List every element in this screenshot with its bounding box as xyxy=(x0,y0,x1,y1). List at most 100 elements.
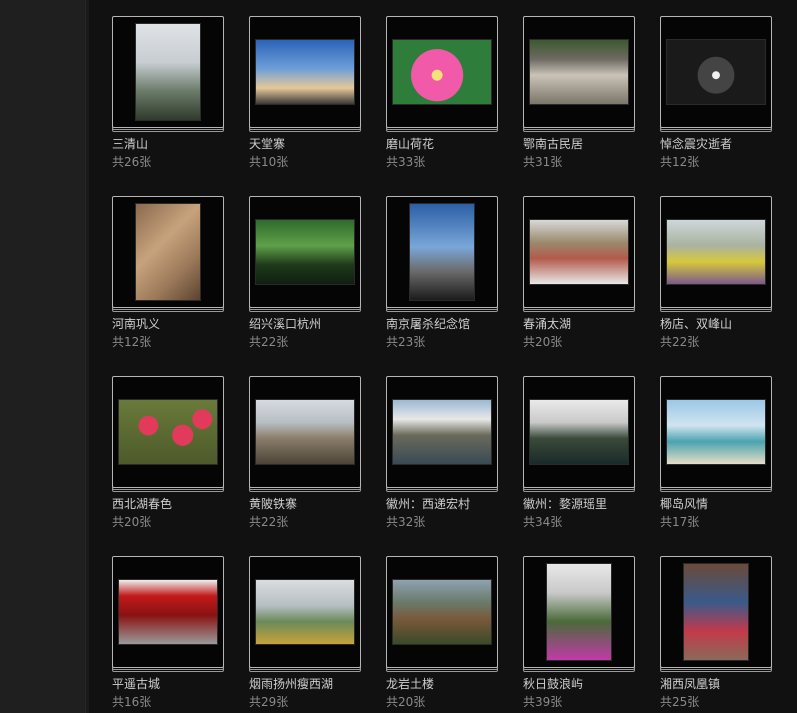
album-cover-stack[interactable] xyxy=(660,196,772,312)
album-title[interactable]: 徽州：西递宏村 xyxy=(386,496,498,512)
album-cover-photo[interactable] xyxy=(118,579,218,645)
album-cover-stack[interactable] xyxy=(523,376,635,492)
cover-frame[interactable] xyxy=(523,16,635,128)
album-cover-stack[interactable] xyxy=(660,376,772,492)
album-title[interactable]: 春涌太湖 xyxy=(523,316,635,332)
album-card[interactable]: 湘西凤凰镇 共25张 xyxy=(660,556,772,713)
album-title[interactable]: 椰岛风情 xyxy=(660,496,772,512)
album-title[interactable]: 河南巩义 xyxy=(112,316,224,332)
album-title[interactable]: 杨店、双峰山 xyxy=(660,316,772,332)
album-title[interactable]: 天堂寨 xyxy=(249,136,361,152)
album-card[interactable]: 南京屠杀纪念馆 共23张 xyxy=(386,196,498,376)
album-cover-photo[interactable] xyxy=(392,399,492,465)
album-cover-photo[interactable] xyxy=(666,39,766,105)
album-card[interactable]: 椰岛风情 共17张 xyxy=(660,376,772,556)
album-card[interactable]: 徽州：西递宏村 共32张 xyxy=(386,376,498,556)
cover-frame[interactable] xyxy=(660,196,772,308)
cover-frame[interactable] xyxy=(249,196,361,308)
album-cover-photo[interactable] xyxy=(392,39,492,105)
album-cover-stack[interactable] xyxy=(112,556,224,672)
album-title[interactable]: 徽州：婺源瑶里 xyxy=(523,496,635,512)
album-title[interactable]: 湘西凤凰镇 xyxy=(660,676,772,692)
album-cover-photo[interactable] xyxy=(409,203,475,301)
album-title[interactable]: 黄陂铁寨 xyxy=(249,496,361,512)
album-cover-stack[interactable] xyxy=(386,16,498,132)
album-cover-photo[interactable] xyxy=(546,563,612,661)
album-cover-photo[interactable] xyxy=(529,399,629,465)
album-card[interactable]: 河南巩义 共12张 xyxy=(112,196,224,376)
cover-frame[interactable] xyxy=(386,16,498,128)
album-title[interactable]: 龙岩土楼 xyxy=(386,676,498,692)
cover-frame[interactable] xyxy=(112,196,224,308)
cover-frame[interactable] xyxy=(112,556,224,668)
album-title[interactable]: 磨山荷花 xyxy=(386,136,498,152)
album-card[interactable]: 龙岩土楼 共20张 xyxy=(386,556,498,713)
album-cover-stack[interactable] xyxy=(112,376,224,492)
cover-frame[interactable] xyxy=(660,16,772,128)
album-title[interactable]: 烟雨扬州瘦西湖 xyxy=(249,676,361,692)
cover-frame[interactable] xyxy=(386,376,498,488)
cover-frame[interactable] xyxy=(386,556,498,668)
album-title[interactable]: 鄂南古民居 xyxy=(523,136,635,152)
album-card[interactable]: 平遥古城 共16张 xyxy=(112,556,224,713)
cover-frame[interactable] xyxy=(249,376,361,488)
album-card[interactable]: 烟雨扬州瘦西湖 共29张 xyxy=(249,556,361,713)
album-card[interactable]: 绍兴溪口杭州 共22张 xyxy=(249,196,361,376)
album-card[interactable]: 徽州：婺源瑶里 共34张 xyxy=(523,376,635,556)
album-card[interactable]: 黄陂铁寨 共22张 xyxy=(249,376,361,556)
album-cover-photo[interactable] xyxy=(135,203,201,301)
cover-frame[interactable] xyxy=(660,556,772,668)
album-card[interactable]: 天堂寨 共10张 xyxy=(249,16,361,196)
cover-frame[interactable] xyxy=(523,556,635,668)
album-cover-photo[interactable] xyxy=(666,399,766,465)
album-cover-stack[interactable] xyxy=(249,556,361,672)
cover-frame[interactable] xyxy=(660,376,772,488)
album-cover-stack[interactable] xyxy=(249,376,361,492)
album-cover-photo[interactable] xyxy=(392,579,492,645)
album-title[interactable]: 秋日鼓浪屿 xyxy=(523,676,635,692)
album-card[interactable]: 秋日鼓浪屿 共39张 xyxy=(523,556,635,713)
cover-frame[interactable] xyxy=(386,196,498,308)
album-cover-photo[interactable] xyxy=(255,579,355,645)
album-card[interactable]: 春涌太湖 共20张 xyxy=(523,196,635,376)
album-cover-stack[interactable] xyxy=(660,556,772,672)
album-cover-stack[interactable] xyxy=(523,556,635,672)
album-card[interactable]: 三清山 共26张 xyxy=(112,16,224,196)
album-cover-stack[interactable] xyxy=(386,196,498,312)
album-cover-stack[interactable] xyxy=(386,376,498,492)
album-cover-stack[interactable] xyxy=(523,16,635,132)
cover-frame[interactable] xyxy=(112,376,224,488)
album-cover-photo[interactable] xyxy=(529,219,629,285)
album-cover-photo[interactable] xyxy=(135,23,201,121)
cover-frame[interactable] xyxy=(523,376,635,488)
album-title[interactable]: 三清山 xyxy=(112,136,224,152)
album-card[interactable]: 磨山荷花 共33张 xyxy=(386,16,498,196)
album-title[interactable]: 悼念震灾逝者 xyxy=(660,136,772,152)
album-cover-stack[interactable] xyxy=(523,196,635,312)
album-cover-photo[interactable] xyxy=(529,39,629,105)
album-cover-photo[interactable] xyxy=(255,39,355,105)
album-cover-photo[interactable] xyxy=(118,399,218,465)
album-card[interactable]: 杨店、双峰山 共22张 xyxy=(660,196,772,376)
album-title[interactable]: 绍兴溪口杭州 xyxy=(249,316,361,332)
album-title[interactable]: 南京屠杀纪念馆 xyxy=(386,316,498,332)
cover-frame[interactable] xyxy=(249,556,361,668)
album-card[interactable]: 悼念震灾逝者 共12张 xyxy=(660,16,772,196)
album-card[interactable]: 西北湖春色 共20张 xyxy=(112,376,224,556)
cover-frame[interactable] xyxy=(112,16,224,128)
album-title[interactable]: 西北湖春色 xyxy=(112,496,224,512)
album-cover-photo[interactable] xyxy=(666,219,766,285)
cover-frame[interactable] xyxy=(523,196,635,308)
album-cover-photo[interactable] xyxy=(683,563,749,661)
album-cover-stack[interactable] xyxy=(112,16,224,132)
album-cover-stack[interactable] xyxy=(249,196,361,312)
album-cover-stack[interactable] xyxy=(112,196,224,312)
album-cover-stack[interactable] xyxy=(386,556,498,672)
album-cover-photo[interactable] xyxy=(255,399,355,465)
album-cover-stack[interactable] xyxy=(660,16,772,132)
album-card[interactable]: 鄂南古民居 共31张 xyxy=(523,16,635,196)
album-cover-photo[interactable] xyxy=(255,219,355,285)
album-title[interactable]: 平遥古城 xyxy=(112,676,224,692)
cover-frame[interactable] xyxy=(249,16,361,128)
album-cover-stack[interactable] xyxy=(249,16,361,132)
